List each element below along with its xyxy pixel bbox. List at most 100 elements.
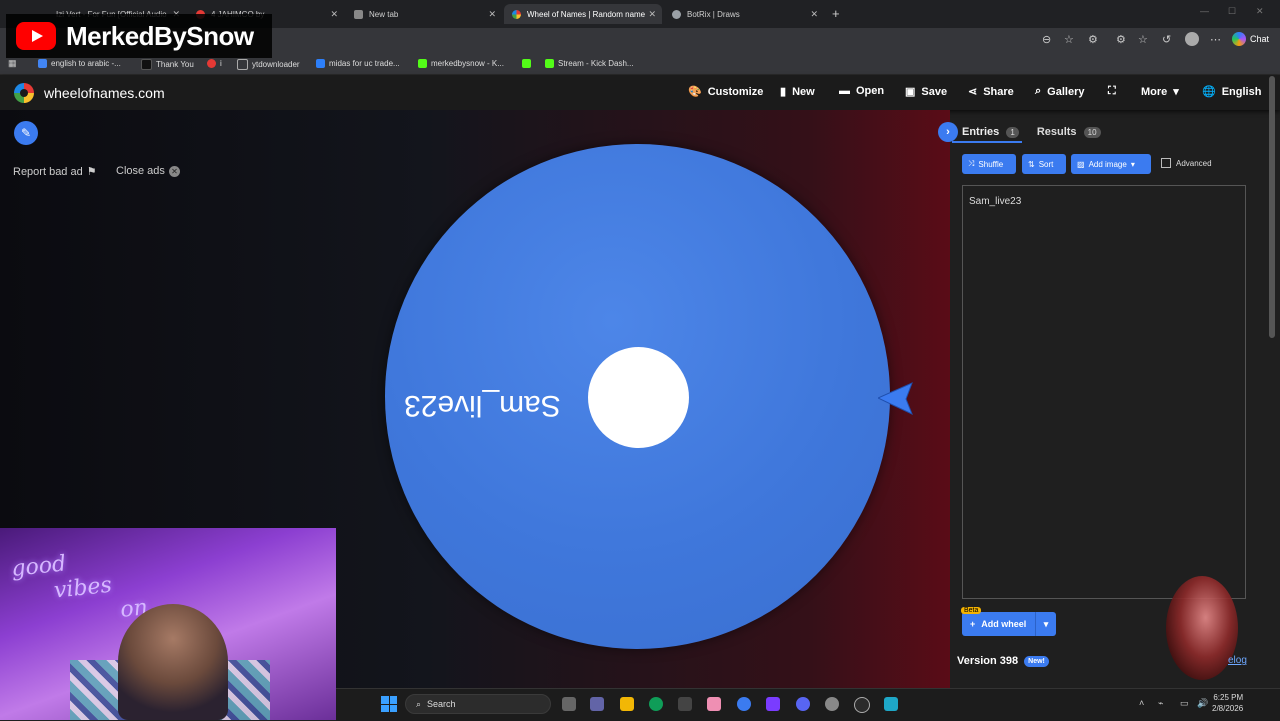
tab-results-label: Results xyxy=(1036,126,1077,138)
page-scrollbar[interactable] xyxy=(1269,76,1275,338)
open-button[interactable]: ▬ Open xyxy=(839,85,884,97)
settings-icon[interactable] xyxy=(825,697,839,711)
file-explorer-icon[interactable] xyxy=(620,697,634,711)
close-circle-icon: ✕ xyxy=(168,165,180,177)
history-icon[interactable]: ↺ xyxy=(1162,33,1171,46)
add-wheel-button[interactable]: + Add wheel ▾ xyxy=(962,612,1056,636)
tab-wheel-of-names[interactable]: Wheel of Names | Random name ✕ xyxy=(504,4,662,24)
more-menu[interactable]: More ▾ xyxy=(1141,85,1179,99)
copilot-chat-button[interactable]: Chat xyxy=(1232,32,1269,46)
close-ads-link[interactable]: Close ads ✕ xyxy=(116,165,180,177)
gallery-button[interactable]: ⌕ Gallery xyxy=(1035,85,1084,98)
nav-label: Save xyxy=(921,85,948,98)
bookmark-english-to-arabic[interactable]: english to arabic -... xyxy=(38,59,121,68)
share-button[interactable]: ⋖ Share xyxy=(968,85,1014,99)
extensions-icon[interactable]: ⚙ xyxy=(1088,33,1098,46)
close-icon[interactable]: ✕ xyxy=(488,9,496,20)
version-label: Version 398 xyxy=(957,655,1019,667)
bookmark-kick[interactable] xyxy=(522,59,531,68)
maximize-icon[interactable]: ☐ xyxy=(1228,6,1236,17)
app-icon[interactable] xyxy=(707,697,721,711)
shuffle-button[interactable]: ⤨ Shuffle xyxy=(962,154,1016,174)
fullscreen-icon: ⛶ xyxy=(1108,85,1116,97)
advanced-toggle[interactable]: Advanced xyxy=(1161,158,1212,168)
task-view-icon[interactable] xyxy=(562,697,576,711)
volume-icon[interactable]: 🔊 xyxy=(1197,698,1208,709)
report-bad-ad-link[interactable]: Report bad ad ⚑ xyxy=(13,165,97,179)
shuffle-icon: ⤨ xyxy=(968,159,975,168)
tab-new-tab[interactable]: New tab ✕ xyxy=(346,4,502,24)
chevron-up-icon[interactable]: ˄ xyxy=(1139,698,1144,708)
tab-entries[interactable]: Entries 1 xyxy=(962,126,1019,138)
nav-label: Customize xyxy=(707,85,764,98)
favorite-star-icon[interactable]: ☆ xyxy=(1064,33,1074,46)
site-title[interactable]: wheelofnames.com xyxy=(44,85,165,101)
windows-start-icon[interactable] xyxy=(381,696,397,712)
bookmark-midas[interactable]: midas for uc trade... xyxy=(316,59,400,68)
advanced-checkbox[interactable] xyxy=(1161,158,1171,168)
new-badge[interactable]: New! xyxy=(1024,655,1049,667)
taskbar-search[interactable]: ⌕ Search xyxy=(405,694,551,714)
chevron-down-icon: ▾ xyxy=(1043,618,1049,629)
add-wheel-main[interactable]: + Add wheel xyxy=(962,619,1035,629)
tab-botrix[interactable]: BotRix | Draws ✕ xyxy=(664,4,824,24)
app-icon[interactable] xyxy=(766,697,780,711)
language-menu[interactable]: 🌐 English xyxy=(1202,85,1261,99)
apps-icon[interactable]: ▦ xyxy=(8,58,17,69)
minimize-icon[interactable]: — xyxy=(1200,6,1209,16)
bookmark-i[interactable]: i xyxy=(207,59,222,68)
discord-icon[interactable] xyxy=(796,697,810,711)
clock-date: 2/8/2026 xyxy=(1212,704,1244,713)
bookmark-label: Thank You xyxy=(156,60,194,69)
add-image-button[interactable]: ▨ Add image ▾ xyxy=(1071,154,1151,174)
report-ad-label: Report bad ad xyxy=(13,165,83,178)
site-logo[interactable] xyxy=(14,83,34,103)
teams-icon[interactable] xyxy=(590,697,604,711)
bookmark-kick-dashboard[interactable]: Stream - Kick Dash... xyxy=(545,59,634,68)
sort-button[interactable]: ⇅ Sort xyxy=(1022,154,1066,174)
more-options-icon[interactable]: ⋯ xyxy=(1210,33,1221,46)
new-button[interactable]: ▮ New xyxy=(780,85,815,99)
bookmark-ytdownloader[interactable]: ytdownloader xyxy=(237,59,300,70)
bookmark-thank-you[interactable]: Thank You xyxy=(141,59,194,70)
nav-label: New xyxy=(792,85,815,98)
battery-icon[interactable]: ▭ xyxy=(1180,698,1189,709)
close-icon[interactable]: ✕ xyxy=(330,9,338,20)
chat-label: Chat xyxy=(1250,34,1270,44)
close-icon[interactable]: ✕ xyxy=(648,9,656,20)
entry-line: Sam_live23 xyxy=(969,196,1022,207)
profile-avatar[interactable] xyxy=(1185,32,1199,46)
wheel-center-hub[interactable] xyxy=(588,347,689,448)
version-info: Version 398 New! xyxy=(957,655,1049,667)
add-wheel-dropdown[interactable]: ▾ xyxy=(1035,612,1056,636)
close-icon[interactable]: ✕ xyxy=(810,9,818,20)
edge-icon[interactable] xyxy=(649,697,663,711)
collapse-sidebar-icon[interactable]: › xyxy=(938,122,958,142)
close-window-icon[interactable]: ✕ xyxy=(1256,6,1264,17)
customize-button[interactable]: 🎨 Customize xyxy=(688,85,764,99)
changelog-link[interactable]: elog xyxy=(1228,655,1247,666)
save-button[interactable]: ▣ Save xyxy=(905,85,948,99)
add-wheel-label: Add wheel xyxy=(981,619,1027,629)
network-icon[interactable]: ⌁ xyxy=(1158,698,1163,709)
bookmark-label: english to arabic -... xyxy=(51,59,121,68)
new-tab-button[interactable]: + xyxy=(832,6,840,21)
notepad-icon[interactable] xyxy=(884,697,898,711)
favorites-icon[interactable]: ☆ xyxy=(1138,33,1148,46)
edit-title-button[interactable]: ✎ xyxy=(14,121,38,145)
copilot-icon[interactable] xyxy=(737,697,751,711)
obs-icon[interactable] xyxy=(854,697,870,713)
entries-count-badge: 1 xyxy=(1006,127,1019,138)
bookmark-merkedbysnow-kick[interactable]: merkedbysnow - K... xyxy=(418,59,504,68)
advanced-label: Advanced xyxy=(1176,158,1212,168)
tab-results[interactable]: Results 10 xyxy=(1037,126,1101,138)
tab-label: New tab xyxy=(369,9,399,19)
taskbar-clock[interactable]: 6:25 PM 2/8/2026 xyxy=(1212,692,1243,714)
settings-icon[interactable]: ⚙ xyxy=(1116,33,1126,46)
reader-icon[interactable]: ⊖ xyxy=(1042,33,1051,46)
active-tab-indicator xyxy=(952,141,1022,143)
entries-textarea[interactable] xyxy=(962,185,1246,599)
store-icon[interactable] xyxy=(678,697,692,711)
fullscreen-button[interactable]: ⛶ xyxy=(1108,85,1116,98)
sort-label: Sort xyxy=(1038,159,1054,169)
